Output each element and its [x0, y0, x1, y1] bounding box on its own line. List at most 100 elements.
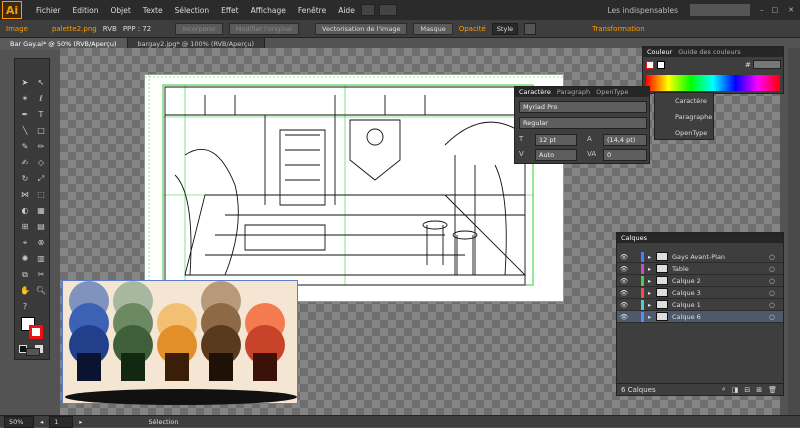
- magic-wand-icon[interactable]: ✶: [19, 93, 31, 105]
- layer-row[interactable]: 👁︎ ▸ Gays Avant-Plan ○: [617, 251, 783, 263]
- blend-tool-icon[interactable]: ⊗: [35, 237, 47, 249]
- layer-name[interactable]: Calque 3: [672, 289, 769, 297]
- color-spectrum[interactable]: [646, 75, 780, 91]
- slice-tool-icon[interactable]: ✂: [35, 269, 47, 281]
- layer-expand-icon[interactable]: ▸: [648, 277, 656, 285]
- locate-object-icon[interactable]: ⌕: [722, 385, 726, 394]
- layer-name[interactable]: Calque 6: [672, 313, 769, 321]
- transform-link[interactable]: Transformation: [592, 25, 645, 33]
- menu-fenetre[interactable]: Fenêtre: [292, 6, 332, 15]
- layer-row[interactable]: 👁︎ ▸ Calque 3 ○: [617, 287, 783, 299]
- artboard-number-field[interactable]: 1: [49, 415, 74, 428]
- visibility-eye-icon[interactable]: 👁︎: [617, 301, 631, 309]
- line-tool-icon[interactable]: ╲: [19, 125, 31, 137]
- eraser-tool-icon[interactable]: ◇: [35, 157, 47, 169]
- arrange-icon[interactable]: [378, 4, 397, 16]
- mini-caractere[interactable]: Caractère: [675, 97, 707, 105]
- delete-layer-icon[interactable]: 🗑︎: [768, 386, 777, 394]
- font-size-input[interactable]: 12 pt: [535, 134, 577, 146]
- target-icon[interactable]: ○: [769, 265, 783, 273]
- visibility-eye-icon[interactable]: 👁︎: [617, 289, 631, 297]
- next-artboard-icon[interactable]: ▸: [79, 418, 82, 426]
- menu-fichier[interactable]: Fichier: [30, 6, 67, 15]
- gradient-tool-icon[interactable]: ▤: [35, 221, 47, 233]
- font-style-dropdown[interactable]: Regular: [519, 117, 647, 129]
- tab-opentype[interactable]: OpenType: [596, 88, 628, 96]
- new-layer-icon[interactable]: ⊞: [756, 386, 762, 394]
- layer-row[interactable]: 👁︎ ▸ Calque 1 ○: [617, 299, 783, 311]
- maximize-icon[interactable]: □: [772, 6, 779, 14]
- mask-button[interactable]: Masque: [413, 22, 453, 35]
- menu-selection[interactable]: Sélection: [169, 6, 216, 15]
- tracking-input[interactable]: 0: [603, 149, 647, 161]
- visibility-eye-icon[interactable]: 👁︎: [617, 313, 631, 321]
- hand-tool-icon[interactable]: ✋: [19, 285, 31, 297]
- visibility-eye-icon[interactable]: 👁︎: [617, 265, 631, 273]
- pen-tool-icon[interactable]: ✒: [19, 109, 31, 121]
- style-dropdown[interactable]: Style: [491, 22, 519, 35]
- target-icon[interactable]: ○: [769, 289, 783, 297]
- hex-input[interactable]: [753, 60, 781, 69]
- type-tool-icon[interactable]: T: [35, 109, 47, 121]
- eyedropper-icon[interactable]: ⌖: [19, 237, 31, 249]
- visibility-eye-icon[interactable]: 👁︎: [617, 277, 631, 285]
- layer-expand-icon[interactable]: ▸: [648, 265, 656, 273]
- vertical-scrollbar[interactable]: [788, 48, 800, 415]
- close-icon[interactable]: ✕: [788, 6, 794, 14]
- target-icon[interactable]: ○: [769, 301, 783, 309]
- graph-tool-icon[interactable]: ▥: [35, 253, 47, 265]
- layer-name[interactable]: Calque 2: [672, 277, 769, 285]
- free-transform-icon[interactable]: ⬚: [35, 189, 47, 201]
- lasso-icon[interactable]: ℓ: [35, 93, 47, 105]
- layer-expand-icon[interactable]: ▸: [648, 253, 656, 261]
- tab-guide-couleurs[interactable]: Guide des couleurs: [678, 48, 740, 56]
- new-sublayer-icon[interactable]: ⊟: [744, 386, 750, 394]
- mini-opentype[interactable]: OpenType: [675, 129, 707, 137]
- fill-indicator[interactable]: [657, 61, 665, 69]
- palette-image[interactable]: [62, 280, 298, 405]
- layer-row[interactable]: 👁︎ ▸ Table ○: [617, 263, 783, 275]
- opacity-link[interactable]: Opacité: [459, 25, 486, 33]
- layer-expand-icon[interactable]: ▸: [648, 301, 656, 309]
- embed-button[interactable]: Incorporer: [175, 22, 223, 35]
- make-clipping-mask-icon[interactable]: ◨: [732, 386, 739, 394]
- direct-selection-tool-icon[interactable]: ↖: [35, 77, 47, 89]
- tab-paragraph[interactable]: Paragraph: [557, 88, 590, 96]
- search-input[interactable]: [690, 4, 750, 16]
- layer-name[interactable]: Calque 1: [672, 301, 769, 309]
- help-icon[interactable]: ?: [19, 301, 31, 313]
- target-icon[interactable]: ○: [769, 313, 783, 321]
- artboard-tool-icon[interactable]: ⧉: [19, 269, 31, 281]
- edit-original-button[interactable]: Modifier l'original: [228, 22, 300, 35]
- layer-expand-icon[interactable]: ▸: [648, 313, 656, 321]
- target-icon[interactable]: ○: [769, 277, 783, 285]
- zoom-level-field[interactable]: 50%: [4, 415, 34, 428]
- brush-tool-icon[interactable]: ✎: [19, 141, 31, 153]
- layer-name[interactable]: Gays Avant-Plan: [672, 253, 769, 261]
- layer-expand-icon[interactable]: ▸: [648, 289, 656, 297]
- mini-paragraphe[interactable]: Paragraphe: [675, 113, 712, 121]
- leading-input[interactable]: (14,4 pt): [603, 134, 647, 146]
- menu-edition[interactable]: Edition: [67, 6, 105, 15]
- menu-aide[interactable]: Aide: [332, 6, 361, 15]
- scale-tool-icon[interactable]: ⤢: [35, 173, 47, 185]
- symbol-sprayer-icon[interactable]: ✺: [19, 253, 31, 265]
- settings-icon[interactable]: [524, 22, 537, 35]
- width-tool-icon[interactable]: ⋈: [19, 189, 31, 201]
- target-icon[interactable]: ○: [769, 253, 783, 261]
- layer-row[interactable]: 👁︎ ▸ Calque 2 ○: [617, 275, 783, 287]
- bridge-icon[interactable]: [360, 4, 375, 16]
- screen-mode-icon[interactable]: [26, 348, 40, 356]
- selection-tool-icon[interactable]: ➤: [19, 77, 31, 89]
- rotate-tool-icon[interactable]: ↻: [19, 173, 31, 185]
- rectangle-tool-icon[interactable]: □: [35, 125, 47, 137]
- zoom-tool-icon[interactable]: 🔍︎: [35, 285, 47, 297]
- prev-artboard-icon[interactable]: ◂: [40, 418, 43, 426]
- pencil-tool-icon[interactable]: ✏: [35, 141, 47, 153]
- minimize-icon[interactable]: –: [760, 6, 764, 14]
- menu-affichage[interactable]: Affichage: [245, 6, 292, 15]
- visibility-eye-icon[interactable]: 👁︎: [617, 253, 631, 261]
- shape-builder-icon[interactable]: ◐: [19, 205, 31, 217]
- workspace-switcher[interactable]: Les indispensables: [601, 6, 684, 15]
- menu-texte[interactable]: Texte: [137, 6, 169, 15]
